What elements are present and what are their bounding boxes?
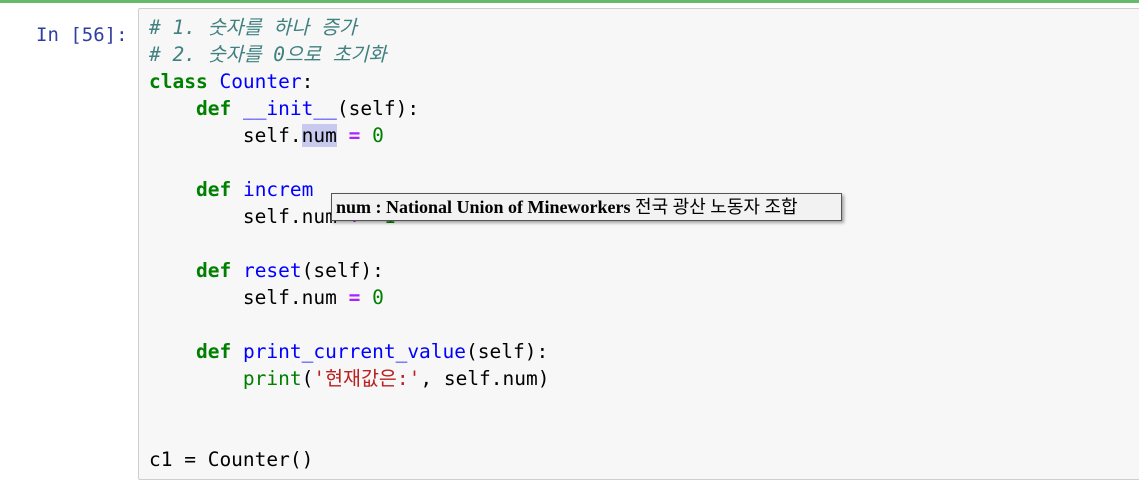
def-keyword-init: def [195, 97, 232, 120]
def-keyword-print: def [195, 340, 232, 363]
code-line-2: # 2. 숫자를 0으로 초기화 [149, 41, 550, 68]
class-colon: : [301, 70, 314, 93]
dictionary-tooltip: num : National Union of Mineworkers 전국 광… [331, 193, 842, 221]
print-string-literal: '현재값은:' [313, 367, 421, 390]
code-line-3: class Counter: [149, 68, 550, 95]
init-zero: 0 [372, 124, 384, 147]
cell-selected-border [0, 0, 1139, 3]
tooltip-separator: : [371, 197, 387, 217]
class-name: Counter [219, 70, 302, 93]
hovered-num-attr[interactable]: num [301, 124, 337, 147]
init-assign-op: = [348, 124, 361, 147]
comment-line-1: # 1. 숫자를 하나 증가 [149, 16, 357, 39]
tooltip-translation: 전국 광산 노동자 조합 [630, 197, 798, 217]
reset-function-name: reset [242, 259, 302, 282]
increment-function-name: increm [242, 178, 314, 201]
code-line-10: def reset(self): [149, 257, 550, 284]
reset-self-num: self.num [242, 286, 337, 309]
input-prompt: In [56]: [36, 24, 128, 46]
code-line-5: self.num = 0 [149, 122, 550, 149]
init-params: (self): [336, 97, 420, 120]
instance-creation-line: c1 = Counter() [149, 448, 314, 471]
print-params: (self): [466, 340, 549, 363]
tooltip-term: num [336, 197, 372, 217]
print-open-paren: ( [301, 367, 314, 390]
init-self-prefix: self. [242, 124, 302, 147]
code-line-11: self.num = 0 [149, 284, 550, 311]
reset-params: (self): [301, 259, 384, 282]
code-line-14: print('현재값은:', self.num) [149, 365, 550, 392]
code-editor[interactable]: # 1. 숫자를 하나 증가 # 2. 숫자를 0으로 초기화 class Coun… [149, 14, 550, 473]
print-builtin: print [242, 367, 302, 390]
def-keyword-increment: def [195, 178, 232, 201]
init-function-name: __init__ [242, 97, 337, 120]
comment-line-2: # 2. 숫자를 0으로 초기화 [149, 43, 387, 66]
print-args-rest: , self.num) [420, 367, 550, 390]
code-line-13: def print_current_value(self): [149, 338, 550, 365]
class-keyword: class [149, 70, 208, 93]
increment-self-num: self.num [242, 205, 337, 228]
code-line-4: def __init__(self): [149, 95, 550, 122]
reset-zero: 0 [372, 286, 384, 309]
print-function-name: print_current_value [242, 340, 467, 363]
reset-assign-op: = [348, 286, 361, 309]
code-line-17: c1 = Counter() [149, 446, 550, 473]
code-line-1: # 1. 숫자를 하나 증가 [149, 14, 550, 41]
tooltip-definition: National Union of Mineworkers [386, 197, 631, 217]
def-keyword-reset: def [195, 259, 232, 282]
